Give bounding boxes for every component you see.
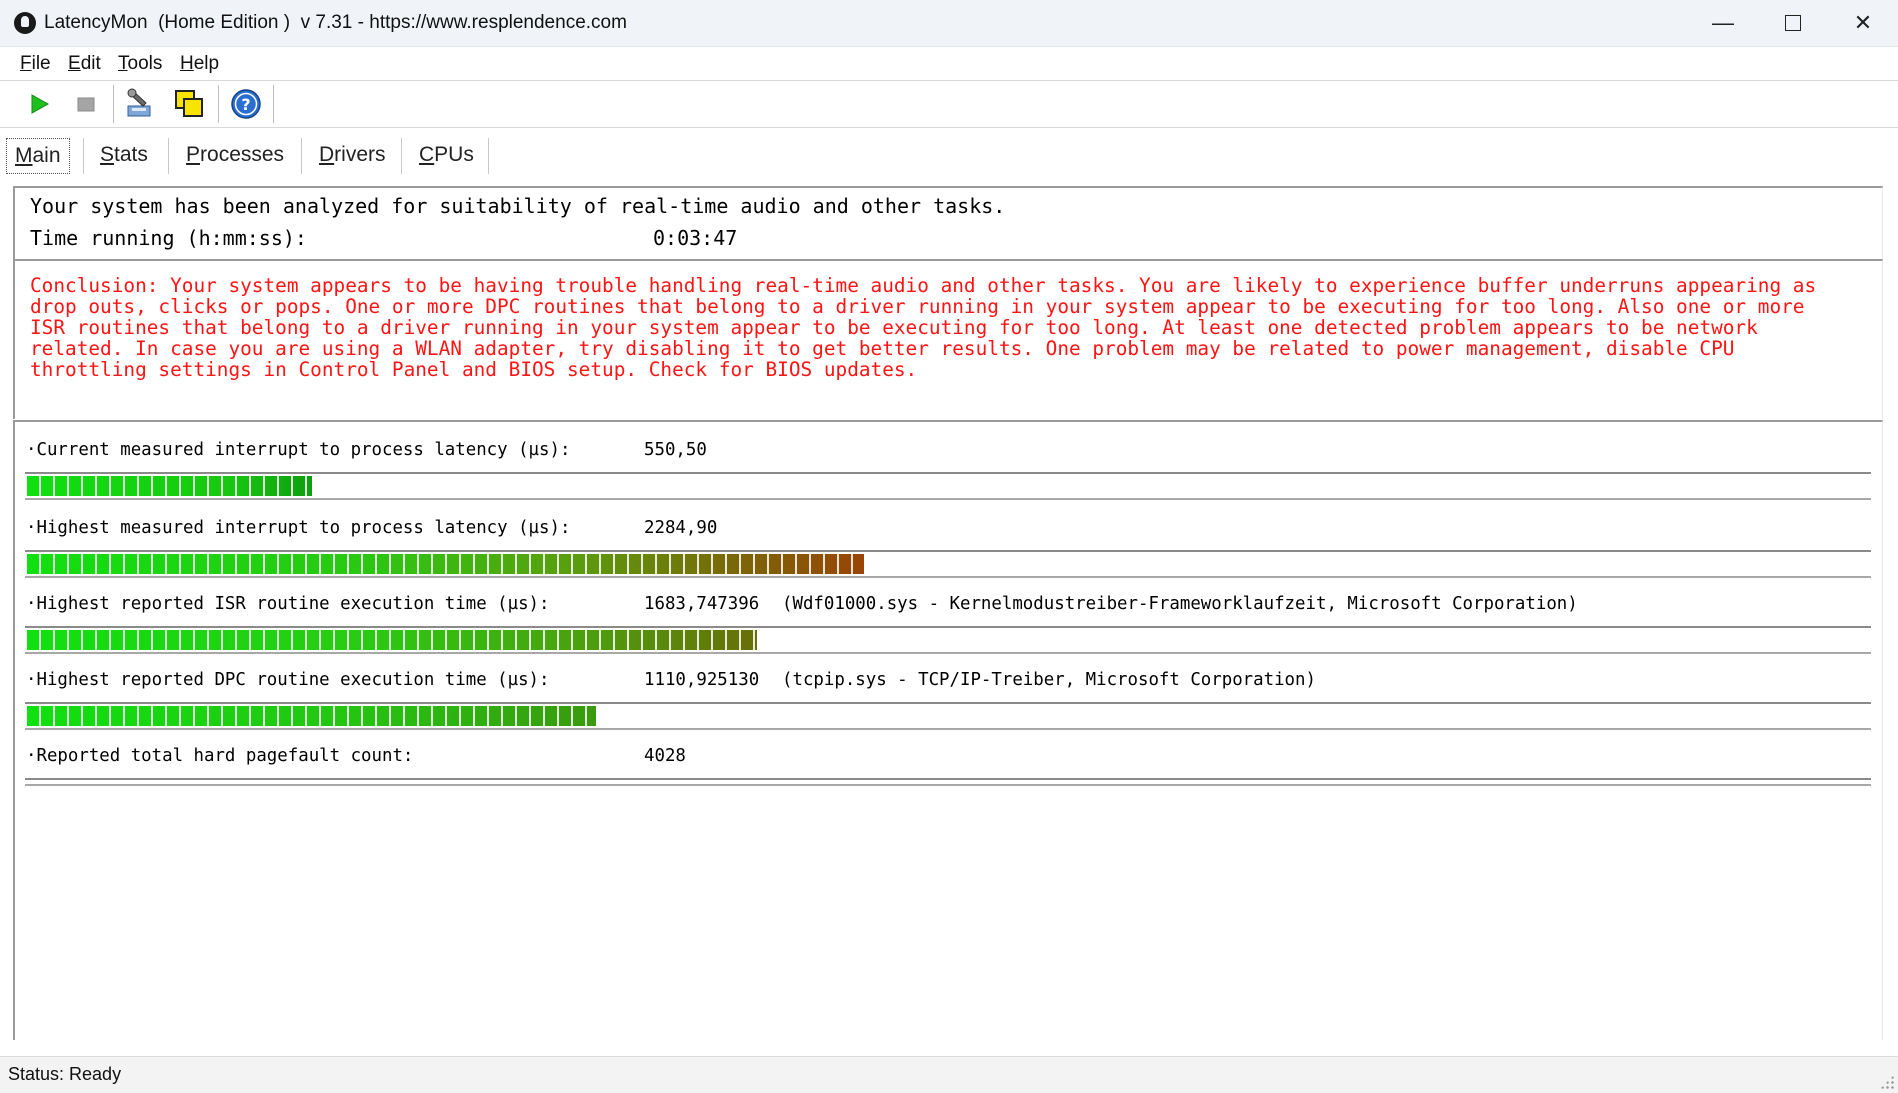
current-latency-value: 550,50 — [644, 440, 707, 460]
toolbar-separator — [273, 85, 275, 123]
toolbar-separator — [218, 85, 220, 123]
title-bar: LatencyMon (Home Edition ) v 7.31 - http… — [0, 0, 1898, 47]
tab-main[interactable]: Main — [6, 138, 70, 174]
analysis-text: Your system has been analyzed for suitab… — [30, 194, 1006, 218]
help-icon[interactable]: ? — [230, 88, 262, 120]
tab-separator — [488, 138, 489, 174]
window-title: LatencyMon (Home Edition ) v 7.31 - http… — [44, 12, 627, 33]
toolbar-separator — [113, 85, 115, 123]
app-logo-icon — [14, 12, 36, 34]
summary-panel: Your system has been analyzed for suitab… — [13, 186, 1883, 259]
tab-separator — [83, 138, 84, 174]
highest-latency-bar — [27, 554, 865, 574]
conclusion-panel: Conclusion: Your system appears to be ha… — [13, 259, 1883, 419]
tab-separator — [401, 138, 402, 174]
tab-cpus[interactable]: CPUs — [411, 138, 482, 172]
driver-tool-icon[interactable] — [124, 88, 156, 120]
tab-processes[interactable]: Processes — [178, 138, 292, 172]
tab-drivers[interactable]: Drivers — [311, 138, 394, 172]
tab-bar: Main Stats Processes Drivers CPUs — [0, 128, 1898, 180]
dpc-time-bar — [27, 706, 596, 726]
isr-time-meter — [25, 626, 1871, 654]
highest-latency-meter — [25, 550, 1871, 578]
minimize-button[interactable]: — — [1688, 0, 1758, 46]
isr-time-bar — [27, 630, 758, 650]
menu-edit[interactable]: Edit — [68, 53, 101, 75]
isr-time-value: 1683,747396 — [644, 594, 760, 614]
highest-latency-value: 2284,90 — [644, 518, 718, 538]
tab-stats[interactable]: Stats — [92, 138, 156, 172]
menu-bar: File Edit Tools Help — [0, 47, 1898, 81]
menu-file[interactable]: File — [20, 53, 51, 75]
close-button[interactable]: ✕ — [1828, 0, 1898, 46]
maximize-icon — [1785, 14, 1801, 31]
current-latency-meter — [25, 472, 1871, 500]
highest-latency-label: ·Highest measured interrupt to process l… — [26, 518, 571, 538]
close-icon: ✕ — [1853, 10, 1873, 35]
pagefault-divider — [25, 778, 1871, 786]
time-running-label: Time running (h:mm:ss): — [30, 226, 307, 250]
dpc-time-value: 1110,925130 — [644, 670, 760, 690]
isr-time-label: ·Highest reported ISR routine execution … — [26, 594, 550, 614]
current-latency-bar — [27, 476, 313, 496]
menu-help[interactable]: Help — [180, 53, 219, 75]
isr-driver-detail: (Wdf01000.sys - Kernelmodustreiber-Frame… — [782, 594, 1578, 614]
metrics-panel: ·Current measured interrupt to process l… — [13, 420, 1883, 1040]
pagefault-count-value: 4028 — [644, 746, 686, 766]
dpc-driver-detail: (tcpip.sys - TCP/IP-Treiber, Microsoft C… — [782, 670, 1316, 690]
dpc-time-meter — [25, 702, 1871, 730]
status-text: Status: Ready — [8, 1064, 122, 1084]
status-bar: Status: Ready — [0, 1056, 1898, 1093]
time-running-value: 0:03:47 — [653, 226, 738, 250]
play-icon[interactable] — [22, 88, 54, 120]
maximize-button[interactable] — [1758, 0, 1828, 46]
svg-text:?: ? — [241, 95, 250, 114]
current-latency-label: ·Current measured interrupt to process l… — [26, 440, 571, 460]
tab-separator — [301, 138, 302, 174]
tab-separator — [168, 138, 169, 174]
menu-tools[interactable]: Tools — [118, 53, 162, 75]
dpc-time-label: ·Highest reported DPC routine execution … — [26, 670, 550, 690]
toolbar: ? — [0, 81, 1898, 128]
conclusion-text: Conclusion: Your system appears to be ha… — [30, 274, 1817, 381]
resize-grip-icon[interactable] — [1880, 1075, 1894, 1089]
stop-icon[interactable] — [70, 88, 102, 120]
pagefault-count-label: ·Reported total hard pagefault count: — [26, 746, 414, 766]
minimize-icon: — — [1712, 10, 1734, 35]
copy-windows-icon[interactable] — [173, 88, 205, 120]
